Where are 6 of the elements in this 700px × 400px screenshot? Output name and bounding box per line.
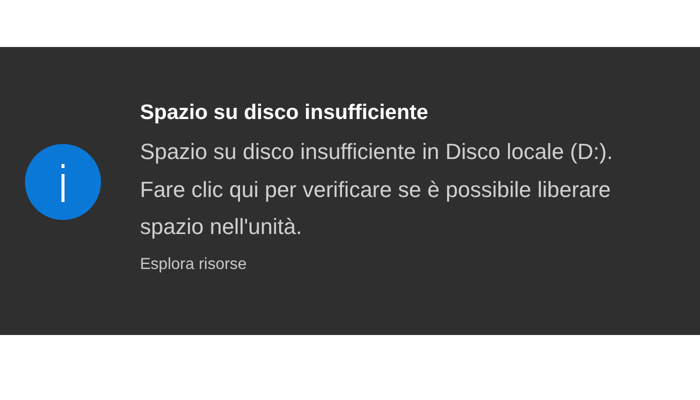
info-icon [25, 144, 101, 220]
notification-message: Spazio su disco insufficiente in Disco locale (D:). [140, 138, 614, 166]
notification-toast[interactable]: Spazio su disco insufficiente Spazio su disco insufficiente in Disco locale (D:). Fare clic qui per verificare se è possibile liberare spazio nell'unità. Esplora risorse [0, 47, 700, 335]
notification-message: Fare clic qui per verificare se è possibile liberare spazio nell'unità. [140, 176, 612, 241]
notification-title: Spazio su disco insufficiente [140, 100, 430, 126]
source-app: Esplora risorse [140, 256, 248, 274]
